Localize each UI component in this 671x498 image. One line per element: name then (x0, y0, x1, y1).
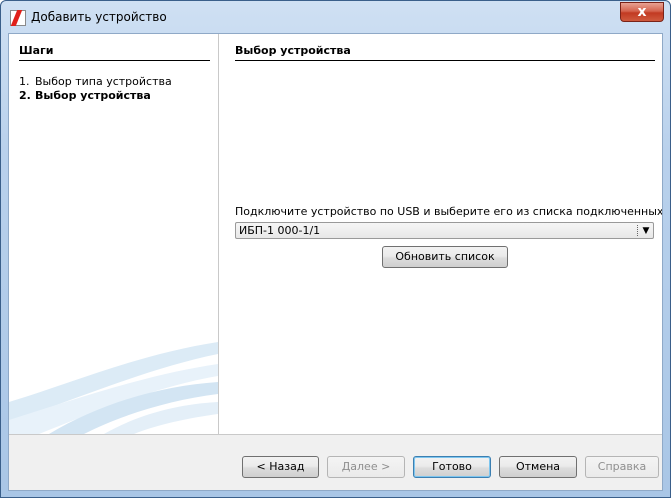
next-button-disabled: Далее > (327, 456, 405, 478)
window-title: Добавить устройство (31, 10, 167, 24)
app-logo-icon (10, 10, 26, 26)
refresh-list-button[interactable]: Обновить список (382, 246, 508, 268)
chevron-down-icon[interactable]: ▼ (641, 226, 651, 236)
steps-panel: Шаги 1. Выбор типа устройства 2. Выбор уст… (9, 34, 219, 434)
page-title: Выбор устройства (235, 44, 655, 61)
step-item-2-current: 2. Выбор устройства (19, 89, 151, 102)
steps-heading: Шаги (19, 44, 210, 61)
finish-button[interactable]: Готово (413, 456, 491, 478)
dialog-window: Добавить устройство x Шаги 1. Выбор типа … (0, 0, 671, 498)
step-label: Выбор типа устройства (35, 75, 172, 88)
step-number: 2. (19, 89, 31, 102)
step-item-1: 1. Выбор типа устройства (19, 75, 172, 88)
step-number: 1. (19, 75, 30, 88)
title-bar[interactable]: Добавить устройство x (1, 1, 670, 33)
step-label: Выбор устройства (35, 89, 151, 102)
focus-marker (637, 225, 639, 236)
instruction-text: Подключите устройство по USB и выберите … (235, 205, 663, 218)
cancel-button[interactable]: Отмена (499, 456, 577, 478)
device-select[interactable]: ИБП-1 000-1/1 ▼ (235, 222, 654, 239)
decorative-swoosh-graphic (9, 342, 218, 434)
device-select-value: ИБП-1 000-1/1 (239, 224, 321, 237)
back-button[interactable]: < Назад (242, 456, 319, 478)
close-button[interactable]: x (620, 2, 664, 22)
help-button-disabled: Справка (585, 456, 659, 478)
dialog-client-area: Шаги 1. Выбор типа устройства 2. Выбор уст… (8, 33, 663, 491)
